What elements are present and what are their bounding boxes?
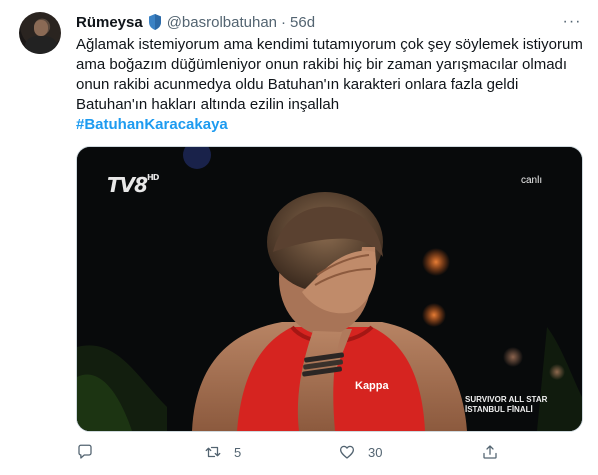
shirt-logo: Kappa bbox=[355, 380, 390, 392]
reply-button[interactable] bbox=[76, 440, 94, 464]
comment-icon bbox=[78, 444, 92, 459]
tweet-actions: 5 30 bbox=[76, 440, 586, 464]
channel-logo: TV8HD bbox=[107, 173, 159, 197]
like-count: 30 bbox=[368, 444, 383, 460]
hashtag-link[interactable]: #BatuhanKaracakaya bbox=[76, 115, 586, 135]
tweet-line: ama boğazım düğümleniyor onun rakibi hiç… bbox=[76, 56, 568, 73]
separator-dot: · bbox=[281, 13, 287, 31]
heart-icon bbox=[339, 445, 355, 459]
author-name[interactable]: Rümeysa bbox=[76, 14, 143, 31]
retweet-button[interactable]: 5 bbox=[204, 440, 241, 464]
channel-logo-text: TV8 bbox=[107, 173, 148, 197]
avatar[interactable] bbox=[19, 12, 61, 54]
tweet-timestamp[interactable]: 56d bbox=[290, 14, 315, 31]
retweet-icon bbox=[205, 446, 221, 458]
tweet-header: Rümeysa @basrolbatuhan · 56d bbox=[76, 12, 315, 32]
avatar-face bbox=[34, 20, 48, 36]
tweet-line: onun rakibi acunmedya oldu Batuhan'ın ka… bbox=[76, 76, 519, 93]
shield-badge-icon bbox=[147, 13, 163, 31]
author-handle[interactable]: @basrolbatuhan bbox=[167, 14, 277, 31]
live-label: canlı bbox=[521, 175, 543, 186]
broadcast-caption: SURVIVOR ALL STAR İSTANBUL FİNALİ bbox=[465, 395, 547, 415]
more-options-icon[interactable]: ··· bbox=[562, 12, 582, 32]
tweet-text: Ağlamak istemiyorum ama kendimi tutamıyo… bbox=[76, 35, 586, 135]
tweet-media-image[interactable]: Kappa TV8HD canlı SURVIVOR ALL STAR İSTA… bbox=[76, 146, 583, 432]
caption-line: SURVIVOR ALL STAR bbox=[465, 395, 548, 404]
like-button[interactable]: 30 bbox=[338, 440, 382, 464]
avatar-body bbox=[25, 36, 57, 54]
caption-line: İSTANBUL FİNALİ bbox=[465, 405, 533, 414]
tweet-line: Ağlamak istemiyorum ama kendimi tutamıyo… bbox=[76, 36, 583, 53]
tweet-line: Batuhan'ın hakları altında ezilin inşall… bbox=[76, 96, 340, 113]
share-icon bbox=[483, 445, 497, 459]
retweet-count: 5 bbox=[234, 444, 242, 460]
share-button[interactable] bbox=[481, 440, 499, 464]
channel-logo-suffix: HD bbox=[147, 173, 159, 182]
